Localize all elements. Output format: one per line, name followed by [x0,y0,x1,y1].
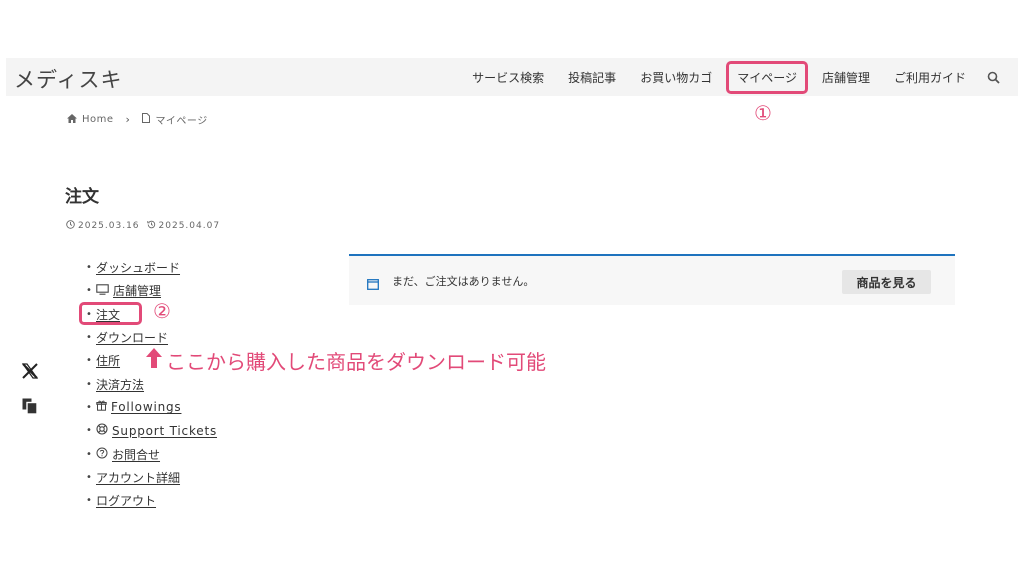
breadcrumb: Home › マイページ [67,112,208,127]
updated-date: 2025.04.07 [158,221,221,231]
copy-icon[interactable] [21,397,39,419]
menu-item-orders: • 注文 [79,301,217,326]
breadcrumb-current: マイページ [155,116,208,127]
nav-mypage[interactable]: マイページ [726,60,808,94]
menu-item-contact: • お問合せ [86,446,161,463]
site-header: メディスキ サービス検索 投稿記事 お買い物カゴ マイページ 店舗管理 ご利用ガ… [6,58,1018,96]
breadcrumb-home[interactable]: Home [82,114,114,125]
nav-cart[interactable]: お買い物カゴ [628,69,724,86]
download-callout: ここから購入した商品をダウンロード可能 [146,346,546,375]
gift-icon [96,400,107,414]
chevron-right-icon: › [125,113,131,126]
page-title: 注文 [65,187,99,207]
monitor-icon [96,284,109,298]
search-icon[interactable] [978,58,1008,96]
lifebuoy-icon [96,423,108,438]
post-dates: 2025.03.16 2025.04.07 [66,220,220,232]
callout-text: ここから購入した商品をダウンロード可能 [166,350,546,374]
window-icon [367,275,379,290]
menu-link-support[interactable]: Support Tickets [96,423,217,438]
step-2-marker: ② [153,299,171,323]
nav-service-search[interactable]: サービス検索 [460,69,556,86]
clock-icon [66,220,75,232]
orders-notice: まだ、ご注文はありません。 商品を見る [349,254,955,305]
x-share-icon[interactable] [21,362,39,384]
menu-link-dashboard[interactable]: ダッシュボード [96,259,180,276]
arrow-up-icon [146,348,162,373]
main-nav: サービス検索 投稿記事 お買い物カゴ マイページ 店舗管理 ご利用ガイド [460,58,1018,96]
highlight-box [79,301,142,325]
account-menu: • ダッシュボード • 店舗管理 • 注文 • ダウンロード • 住所 • 決済方法 • … [79,256,218,512]
question-icon [96,447,108,462]
menu-item-dashboard: • ダッシュボード [86,259,181,276]
menu-link-contact[interactable]: お問合せ [96,446,160,463]
nav-guide[interactable]: ご利用ガイド [882,69,978,86]
notice-message: まだ、ご注文はありません。 [392,274,535,288]
menu-link-account[interactable]: アカウント詳細 [96,469,180,486]
document-icon [142,113,151,126]
nav-posts[interactable]: 投稿記事 [556,69,628,86]
menu-item-logout: • ログアウト [86,492,157,509]
menu-item-store: • 店舗管理 [86,282,162,299]
nav-store-management[interactable]: 店舗管理 [810,69,882,86]
menu-item-support: • Support Tickets [86,423,218,438]
menu-link-store[interactable]: 店舗管理 [96,282,161,299]
menu-item-account: • アカウント詳細 [86,469,181,486]
menu-item-followings: • Followings [86,400,182,415]
menu-link-address[interactable]: 住所 [96,352,120,369]
home-icon [67,113,77,126]
browse-products-button[interactable]: 商品を見る [842,270,931,294]
menu-item-payment: • 決済方法 [86,376,145,393]
menu-link-payment[interactable]: 決済方法 [96,376,144,393]
published-date: 2025.03.16 [78,221,140,231]
site-logo[interactable]: メディスキ [14,64,123,94]
step-1-marker: ① [754,101,772,125]
history-icon [146,220,156,232]
menu-link-downloads[interactable]: ダウンロード [96,329,168,346]
menu-link-followings[interactable]: Followings [96,400,181,414]
menu-link-logout[interactable]: ログアウト [96,492,156,509]
